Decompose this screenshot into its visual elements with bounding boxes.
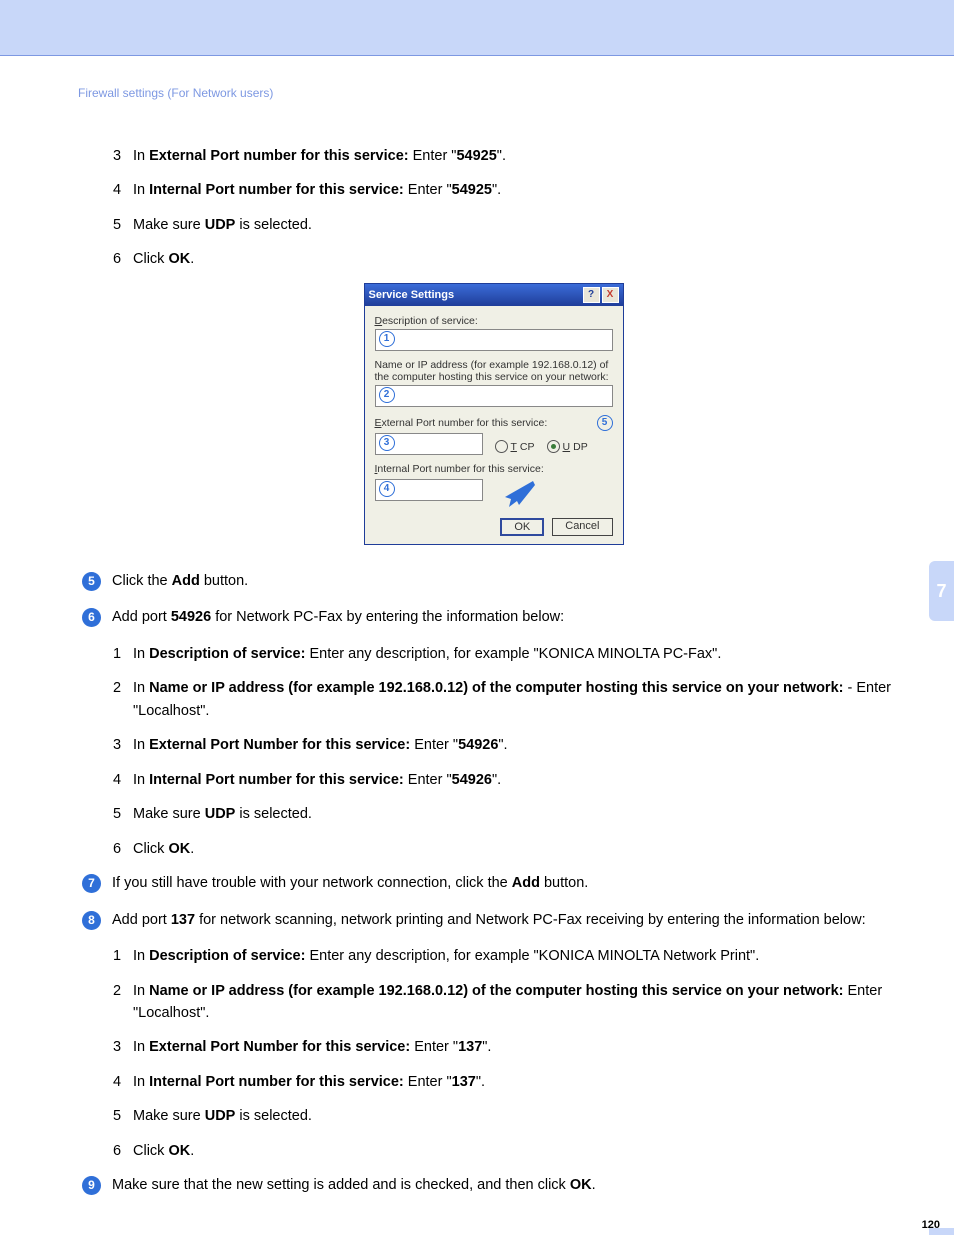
- input-description[interactable]: 1: [375, 329, 613, 351]
- list-item: 6Click OK.: [133, 1140, 909, 1162]
- label-description: Description of service:: [375, 315, 613, 327]
- input-ext-port[interactable]: 3: [375, 433, 483, 455]
- list-item: 4In Internal Port number for this servic…: [133, 179, 909, 201]
- list-item: 2In Name or IP address (for example 192.…: [133, 980, 909, 1025]
- label-int-port: Internal Port number for this service:: [375, 463, 613, 475]
- step-8: 8Add port 137 for network scanning, netw…: [112, 909, 909, 931]
- radio-tcp[interactable]: TCP: [495, 440, 535, 453]
- list-item: 6Click OK.: [133, 838, 909, 860]
- arrow-icon: [495, 477, 537, 512]
- sublist-8: 1In Description of service: Enter any de…: [78, 945, 909, 1162]
- service-settings-dialog: Service Settings ? X Description of serv…: [364, 283, 624, 545]
- list-item: 2In Name or IP address (for example 192.…: [133, 677, 909, 722]
- sublist-a: 3In External Port number for this servic…: [78, 145, 909, 271]
- input-int-port[interactable]: 4: [375, 479, 483, 501]
- sublist-6: 1In Description of service: Enter any de…: [78, 643, 909, 860]
- list-item: 1In Description of service: Enter any de…: [133, 643, 909, 665]
- cancel-button[interactable]: Cancel: [552, 518, 612, 536]
- chapter-tab: 7: [929, 561, 954, 621]
- list-item: 4In Internal Port number for this servic…: [133, 1071, 909, 1093]
- step-6: 6Add port 54926 for Network PC-Fax by en…: [112, 606, 909, 628]
- ok-button[interactable]: OK: [500, 518, 544, 536]
- list-item: 6Click OK.: [133, 248, 909, 270]
- input-ip[interactable]: 2: [375, 385, 613, 407]
- step-5: 5Click the Add button.: [112, 570, 909, 592]
- radio-udp[interactable]: UDP: [547, 440, 588, 453]
- list-item: 1In Description of service: Enter any de…: [133, 945, 909, 967]
- list-item: 3In External Port Number for this servic…: [133, 1036, 909, 1058]
- header-bar: [0, 0, 954, 56]
- label-ext-port: External Port number for this service:: [375, 417, 591, 429]
- list-item: 5Make sure UDP is selected.: [133, 1105, 909, 1127]
- dialog-titlebar: Service Settings ? X: [365, 284, 623, 306]
- close-icon[interactable]: X: [602, 287, 619, 303]
- breadcrumb: Firewall settings (For Network users): [78, 86, 909, 100]
- label-ip: Name or IP address (for example 192.168.…: [375, 359, 613, 383]
- help-icon[interactable]: ?: [583, 287, 600, 303]
- list-item: 5Make sure UDP is selected.: [133, 803, 909, 825]
- step-7: 7If you still have trouble with your net…: [112, 872, 909, 894]
- step-9: 9Make sure that the new setting is added…: [112, 1174, 909, 1196]
- list-item: 5Make sure UDP is selected.: [133, 214, 909, 236]
- list-item: 3In External Port number for this servic…: [133, 145, 909, 167]
- list-item: 3In External Port Number for this servic…: [133, 734, 909, 756]
- page-bar: [929, 1228, 954, 1235]
- list-item: 4In Internal Port number for this servic…: [133, 769, 909, 791]
